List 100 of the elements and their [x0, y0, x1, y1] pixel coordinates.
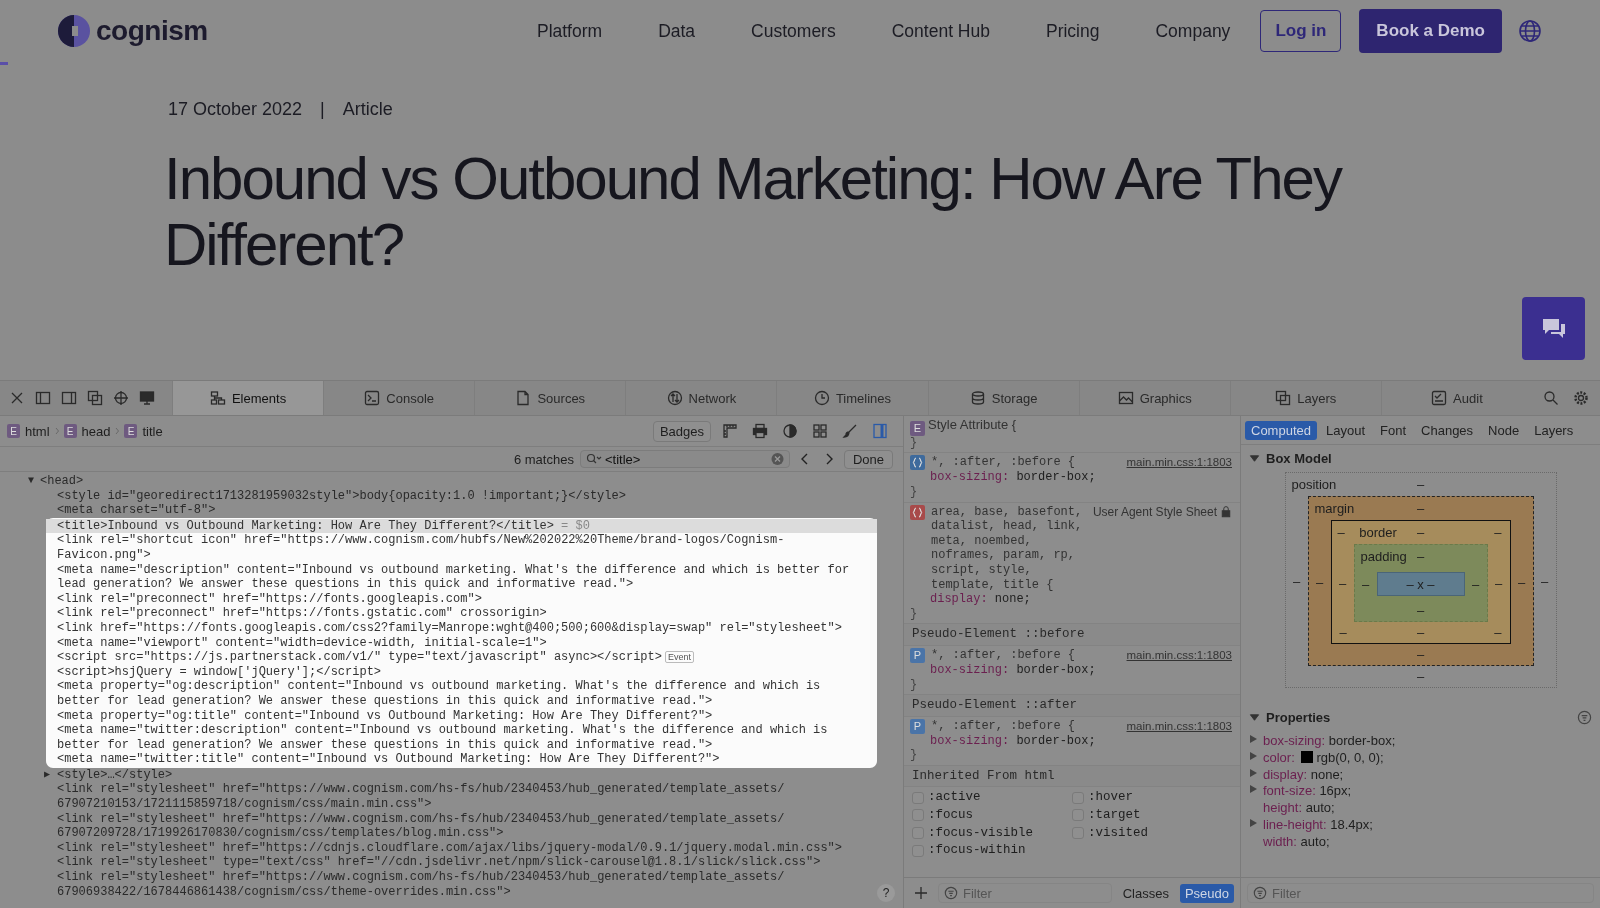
- code-line[interactable]: <link href="https://fonts.googleapis.com/css2?family=Manrope:wght@400;500;600&display=swap" rel="stylesheet">: [46, 620, 867, 636]
- code-line[interactable]: <head>: [40, 474, 84, 489]
- clear-icon[interactable]: [770, 452, 784, 466]
- classes-toggle[interactable]: Classes: [1117, 883, 1174, 903]
- devtools-tab[interactable]: Network: [625, 381, 777, 415]
- pseudo-toggle[interactable]: Pseudo: [1179, 883, 1234, 903]
- sidebar-tab[interactable]: Computed: [1245, 420, 1317, 440]
- code-line[interactable]: <meta charset="utf-8">: [56, 503, 867, 518]
- computed-property: width: auto;: [1263, 833, 1330, 851]
- checkbox-label: :target: [1088, 808, 1141, 823]
- sidebar-tab[interactable]: Layers: [1528, 420, 1580, 440]
- search-icon[interactable]: [585, 453, 602, 465]
- search-field[interactable]: <title>: [579, 450, 790, 468]
- rule-selector: Style Attribute {: [928, 417, 1017, 432]
- filter-icon: [1577, 710, 1592, 725]
- toggle-arrow[interactable]: ▼: [28, 475, 34, 486]
- checkbox-label: :visited: [1088, 825, 1148, 841]
- breadcrumb-item[interactable]: E title: [121, 423, 166, 439]
- devtools-tab[interactable]: Audit: [1380, 381, 1532, 415]
- nav-link[interactable]: Company: [1127, 20, 1259, 42]
- box-value: –: [1517, 574, 1526, 590]
- computed-property: line-height: 18.4px;: [1263, 817, 1373, 834]
- nav-link[interactable]: Platform: [508, 20, 631, 42]
- source-link[interactable]: main.min.css:1:1803: [1126, 647, 1232, 663]
- code-line[interactable]: <meta name="twitter:title" content="Inbound vs Outbound Marketing: How Are They Different?">: [46, 752, 867, 767]
- help-button[interactable]: ?: [877, 884, 895, 902]
- expand-triangle-icon[interactable]: [1249, 750, 1258, 761]
- box-value: –: [1337, 525, 1345, 540]
- brand-name: cognism: [96, 15, 208, 47]
- box-label: margin: [1314, 501, 1355, 516]
- sidebar-tab[interactable]: Changes: [1415, 420, 1480, 440]
- code-line[interactable]: <meta property="og:description" content="Inbound vs outbound marketing. What's the difference and which is better for lead generation? We answer these questions in this quick and informative read.">: [46, 679, 867, 709]
- globe-icon[interactable]: [1518, 19, 1542, 43]
- rule-selector: *, :after, :before {: [931, 718, 1077, 734]
- devtools-tab[interactable]: Graphics: [1078, 381, 1230, 415]
- source-link[interactable]: main.min.css:1:1803: [1126, 455, 1232, 470]
- closing-brace: }: [910, 677, 919, 693]
- closing-brace: }: [910, 435, 919, 451]
- box-value: –: [1416, 603, 1425, 618]
- code-line[interactable]: <link rel="preconnect" href="https://fonts.gstatic.com" crossorigin>: [46, 606, 867, 621]
- tree-icon: [209, 390, 226, 406]
- sidebar-tab[interactable]: Node: [1482, 420, 1526, 440]
- code-line[interactable]: <link rel="stylesheet" type="text/css" href="//cdn.jsdelivr.net/npm/slick-carousel@1.8.1/slick/slick.css">: [56, 855, 867, 871]
- chat-button[interactable]: [1522, 297, 1585, 360]
- code-line[interactable]: <link rel="shortcut icon" href="https://www.cognism.com/hubfs/New%202022%20Theme/brand-logos/Cognism-Favicon.png">: [46, 533, 867, 563]
- code-line[interactable]: <style>…</style>: [56, 767, 867, 783]
- devtools-tab[interactable]: Elements: [172, 381, 324, 415]
- nav-link[interactable]: Content Hub: [863, 20, 1018, 42]
- content-box: – x –: [1376, 572, 1465, 596]
- devtools-tab[interactable]: Timelines: [776, 381, 928, 415]
- filter-field[interactable]: Filter: [938, 883, 1112, 903]
- box-value: –: [1416, 669, 1425, 684]
- box-value: –: [1416, 525, 1425, 540]
- match-count: 6 matches: [513, 451, 574, 467]
- chevron-left-icon[interactable]: [799, 452, 810, 466]
- expand-triangle-icon[interactable]: [1249, 767, 1258, 778]
- toggle-arrow[interactable]: ▶: [44, 768, 51, 780]
- lock-icon: [1220, 505, 1232, 519]
- devtools-tab[interactable]: Sources: [474, 381, 626, 415]
- box-value: –: [1494, 575, 1503, 591]
- declaration: box-sizing: border-box;: [929, 733, 1097, 749]
- expand-triangle-icon[interactable]: [1249, 784, 1258, 795]
- checkbox-label: :focus-visible: [928, 825, 1034, 841]
- declaration: display: none;: [929, 592, 1032, 607]
- filter-field[interactable]: Filter: [1247, 883, 1594, 903]
- code-line[interactable]: <meta property="og:title" content="Inbound vs Outbound Marketing: How Are They Different?">: [46, 708, 867, 724]
- expand-triangle-icon[interactable]: [1249, 734, 1258, 744]
- nav-link[interactable]: Data: [630, 20, 724, 42]
- done-button[interactable]: Done: [843, 449, 893, 469]
- source-link[interactable]: main.min.css:1:1803: [1126, 718, 1232, 734]
- code-line[interactable]: <script src="https://js.partnerstack.com/v1/" type="text/javascript" async></script> Event: [46, 650, 867, 665]
- code-line[interactable]: <style id="georedirect1713281959032style">body{opacity:1.0 !important;}</style>: [56, 488, 867, 504]
- code-line[interactable]: <link rel="stylesheet" href="https://www.cognism.com/hs-fs/hub/2340453/hub_generated/template_assets/67906938422/1678446861438/cognism/css/theme-overrides.min.css">: [56, 870, 867, 900]
- devtools-tab[interactable]: Console: [323, 381, 475, 415]
- sidebar-tab[interactable]: Layout: [1320, 420, 1372, 440]
- sidebar-tab[interactable]: Font: [1374, 420, 1413, 440]
- nav-link[interactable]: Customers: [723, 20, 864, 42]
- devtools-tab[interactable]: Storage: [927, 381, 1079, 415]
- code-line[interactable]: <link rel="stylesheet" href="https://cdnjs.cloudflare.com/ajax/libs/jquery-modal/0.9.1/jquery.modal.min.css">: [56, 840, 867, 856]
- devtools-tab[interactable]: Layers: [1229, 381, 1381, 415]
- code-line[interactable]: <link rel="preconnect" href="https://fonts.googleapis.com">: [46, 591, 867, 607]
- breadcrumb-item[interactable]: E html: [4, 423, 53, 439]
- database-icon: [969, 390, 986, 406]
- article-headline: Inbound vs Outbound Marketing: How Are They Different?: [164, 146, 1343, 278]
- expand-triangle-icon[interactable]: [1249, 818, 1258, 828]
- nav-link[interactable]: Pricing: [1017, 20, 1128, 42]
- computed-property: display: none;: [1263, 766, 1344, 784]
- code-line[interactable]: <meta name="viewport" content="width=device-width, initial-scale=1">: [46, 635, 867, 651]
- code-line[interactable]: <meta name="twitter:description" content="Inbound vs outbound marketing. What's the difference and which is better for lead generation? We answer these questions in this quick and informative read.">: [46, 723, 867, 753]
- login-button[interactable]: Log in: [1260, 10, 1342, 52]
- breadcrumb-item[interactable]: E head: [60, 423, 114, 439]
- demo-button[interactable]: Book a Demo: [1359, 9, 1502, 53]
- code-line[interactable]: <script>hsjQuery = window['jQuery'];</script>: [46, 664, 867, 680]
- document-icon: [515, 390, 532, 406]
- badges-button[interactable]: Badges: [652, 420, 711, 442]
- computed-property: height: auto;: [1263, 800, 1335, 817]
- section-title: Properties: [1266, 710, 1331, 725]
- closing-brace: }: [910, 485, 919, 500]
- checklist-icon: [1431, 390, 1448, 406]
- box-value: –: [1361, 576, 1370, 592]
